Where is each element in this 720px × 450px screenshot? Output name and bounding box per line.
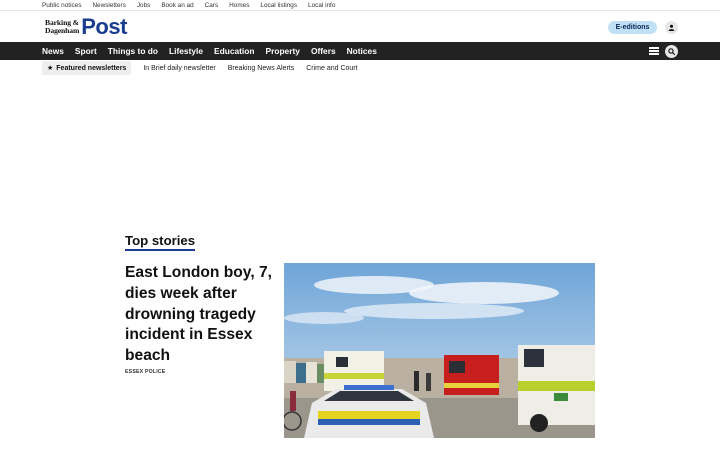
featured-newsletters-label: Featured newsletters: [56, 64, 127, 72]
utility-link-homes[interactable]: Homes: [229, 1, 249, 10]
beach-emergency-scene-image: [284, 263, 595, 438]
eeditions-button[interactable]: E-editions: [608, 21, 657, 34]
newsletter-link-breaking-news[interactable]: Breaking News Alerts: [228, 65, 295, 72]
lead-story-image[interactable]: [284, 263, 595, 438]
main-nav-list: News Sport Things to do Lifestyle Educat…: [42, 42, 388, 60]
newsletter-link-in-brief[interactable]: In Brief daily newsletter: [143, 65, 215, 72]
search-button[interactable]: [665, 45, 678, 58]
nav-item-notices[interactable]: Notices: [347, 46, 377, 56]
star-icon: ★: [47, 65, 54, 72]
utility-link-local-info[interactable]: Local info: [308, 1, 335, 10]
site-logo[interactable]: Barking & Dagenham Post: [45, 16, 127, 38]
masthead: Barking & Dagenham Post E-editions: [0, 12, 720, 42]
search-icon: [668, 48, 675, 55]
logo-wordmark: Post: [81, 14, 127, 39]
newsletter-nav: ★ Featured newsletters In Brief daily ne…: [42, 61, 370, 75]
lead-story-source: ESSEX POLICE: [125, 369, 166, 375]
utility-link-newsletters[interactable]: Newsletters: [92, 1, 125, 10]
featured-newsletters-tab[interactable]: ★ Featured newsletters: [42, 61, 132, 75]
utility-links: Public notices Newsletters Jobs Book an …: [42, 1, 346, 10]
nav-item-sport[interactable]: Sport: [75, 46, 97, 56]
lead-story-headline[interactable]: East London boy, 7, dies week after drow…: [125, 263, 277, 367]
nav-item-property[interactable]: Property: [265, 46, 299, 56]
utility-link-local-listings[interactable]: Local listings: [260, 1, 297, 10]
nav-item-news[interactable]: News: [42, 46, 64, 56]
account-button[interactable]: [665, 21, 678, 34]
main-nav: News Sport Things to do Lifestyle Educat…: [0, 42, 720, 60]
utility-link-book-an-ad[interactable]: Book an ad: [161, 1, 193, 10]
newsletter-link-crime-court[interactable]: Crime and Court: [306, 65, 357, 72]
hamburger-menu-icon[interactable]: [649, 47, 659, 55]
nav-item-offers[interactable]: Offers: [311, 46, 336, 56]
user-icon: [668, 24, 675, 31]
utility-link-cars[interactable]: Cars: [205, 1, 219, 10]
nav-item-things-to-do[interactable]: Things to do: [108, 46, 158, 56]
utility-link-public-notices[interactable]: Public notices: [42, 1, 81, 10]
logo-place-name: Barking & Dagenham: [45, 18, 80, 36]
nav-item-lifestyle[interactable]: Lifestyle: [169, 46, 203, 56]
utility-link-jobs[interactable]: Jobs: [137, 1, 151, 10]
top-stories-heading: Top stories: [125, 233, 196, 251]
nav-item-education[interactable]: Education: [214, 46, 254, 56]
utility-bar: Public notices Newsletters Jobs Book an …: [0, 0, 720, 11]
logo-line-2: Dagenham: [45, 26, 80, 35]
